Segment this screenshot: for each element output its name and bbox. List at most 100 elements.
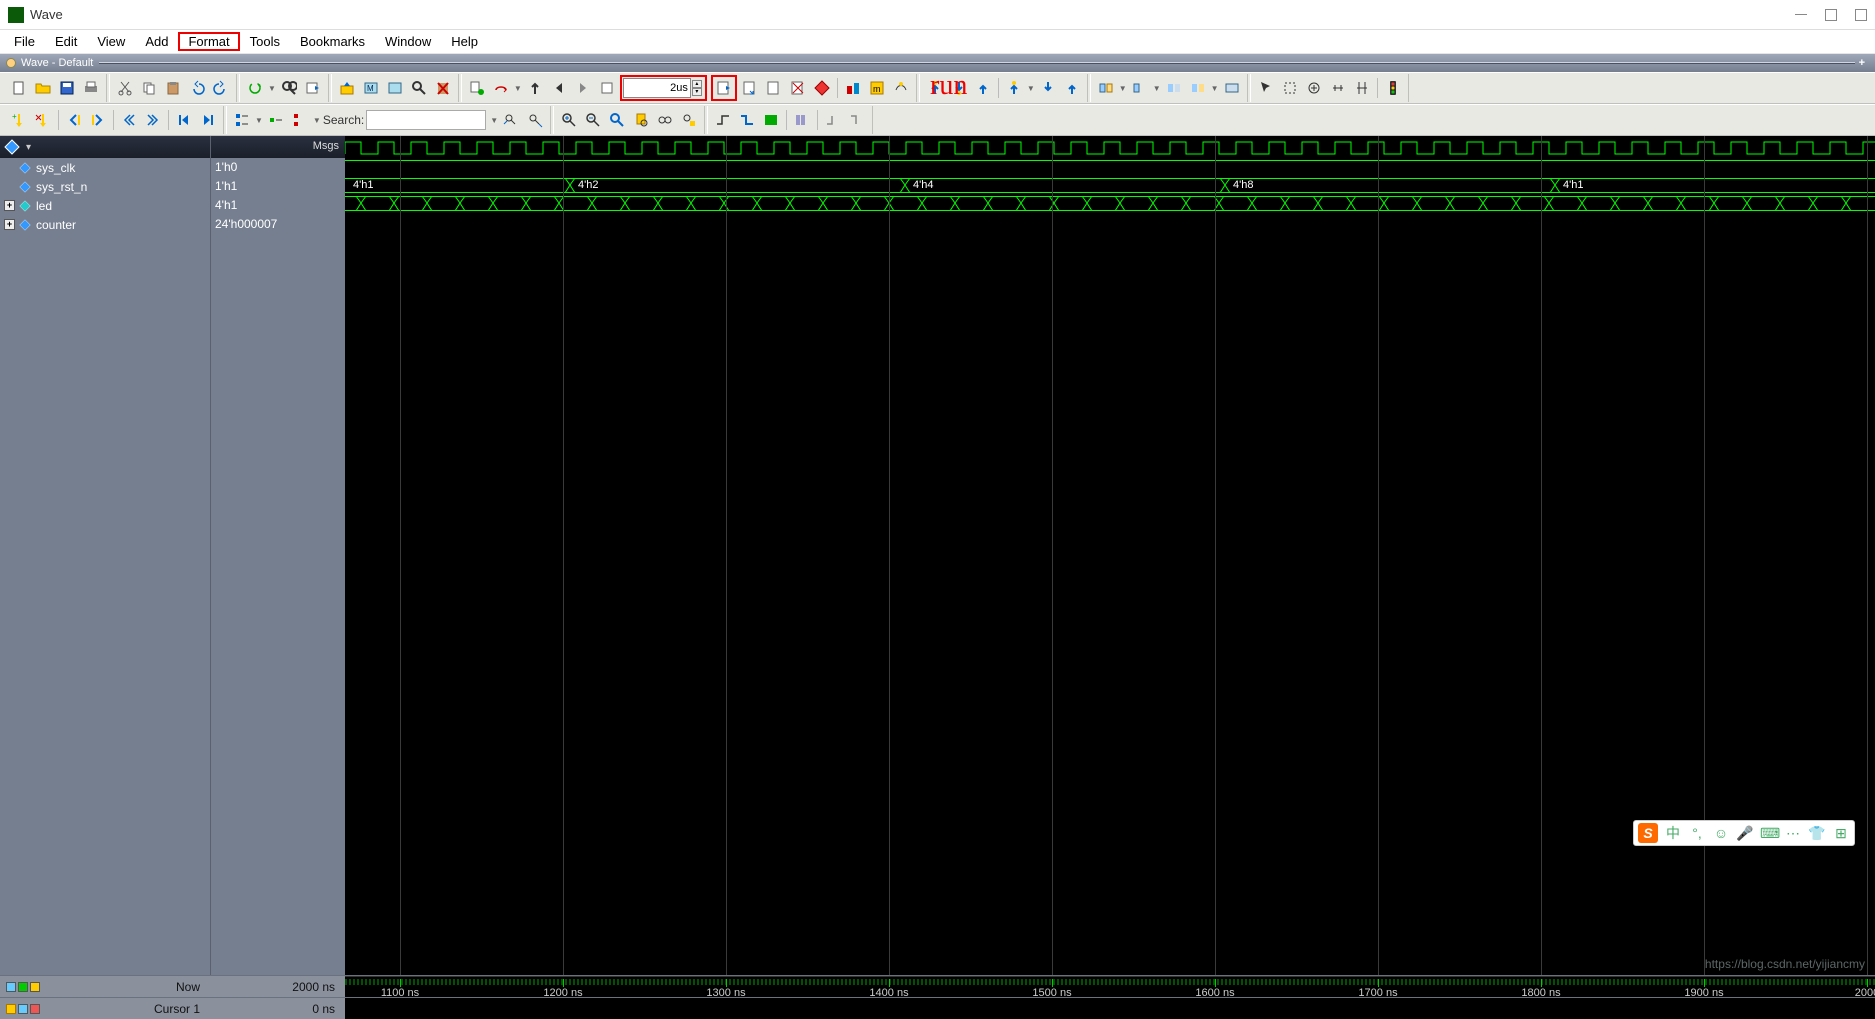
prev-transition-button[interactable]	[118, 109, 140, 131]
run-length-spinner[interactable]: ▴▾	[692, 80, 704, 96]
edge-fall-button[interactable]	[736, 109, 758, 131]
compile-button[interactable]	[336, 77, 358, 99]
run-all-button[interactable]	[739, 77, 761, 99]
subwindow-expand-button[interactable]: +	[1855, 57, 1869, 69]
step-over-button[interactable]	[490, 77, 512, 99]
continue-run-button[interactable]	[763, 77, 785, 99]
step-up-button[interactable]	[524, 77, 546, 99]
dropdown-arrow-icon[interactable]: ▼	[1027, 84, 1035, 93]
prev-edge-button[interactable]	[63, 109, 85, 131]
expand-toggle[interactable]: +	[4, 219, 15, 230]
menu-window[interactable]: Window	[375, 32, 441, 51]
menu-view[interactable]: View	[87, 32, 135, 51]
sogou-logo-icon[interactable]: S	[1638, 823, 1658, 843]
ime-toolbar[interactable]: S 中 °, ☺ 🎤 ⌨ ⋯ 👕 ⊞	[1633, 820, 1855, 846]
traffic-light-icon[interactable]	[1382, 77, 1404, 99]
cursor-up-3[interactable]	[1003, 77, 1025, 99]
stop-button[interactable]	[787, 77, 809, 99]
menu-file[interactable]: File	[4, 32, 45, 51]
cursor-down-2[interactable]	[1037, 77, 1059, 99]
find-next-button[interactable]	[302, 77, 324, 99]
layout-btn-3[interactable]	[1163, 77, 1185, 99]
layout-btn-2[interactable]	[1129, 77, 1151, 99]
layout-btn-1[interactable]	[1095, 77, 1117, 99]
goto-button[interactable]	[596, 77, 618, 99]
layout-btn-4[interactable]	[1187, 77, 1209, 99]
ime-punct-button[interactable]: °,	[1688, 825, 1706, 841]
zoom-range-button[interactable]	[654, 109, 676, 131]
menu-add[interactable]: Add	[135, 32, 178, 51]
menu-bookmarks[interactable]: Bookmarks	[290, 32, 375, 51]
dropdown-arrow-icon[interactable]: ▼	[1119, 84, 1127, 93]
ime-keyboard-button[interactable]: ⌨	[1760, 825, 1778, 842]
first-button[interactable]	[173, 109, 195, 131]
dropdown-arrow-icon[interactable]: ▼	[313, 116, 321, 125]
ime-more-button[interactable]: ⋯	[1784, 825, 1802, 842]
next-transition-button[interactable]	[142, 109, 164, 131]
zoom-in-button[interactable]	[558, 109, 580, 131]
next-button[interactable]	[572, 77, 594, 99]
add-cursor-button[interactable]: +	[8, 109, 30, 131]
format-fall-button[interactable]	[846, 109, 868, 131]
restart-button[interactable]	[384, 77, 406, 99]
open-file-button[interactable]	[32, 77, 54, 99]
zoom-region-button[interactable]	[1303, 77, 1325, 99]
dropdown-arrow-icon[interactable]: ▼	[255, 116, 263, 125]
expand-toggle[interactable]: +	[4, 200, 15, 211]
refresh-button[interactable]	[244, 77, 266, 99]
edge-rise-button[interactable]	[712, 109, 734, 131]
ime-skin-button[interactable]: 👕	[1808, 825, 1826, 842]
signal-row-led[interactable]: +led	[0, 196, 210, 215]
wave-tool-3[interactable]	[890, 77, 912, 99]
ime-lang-button[interactable]: 中	[1664, 823, 1682, 843]
break-button[interactable]	[408, 77, 430, 99]
group-button[interactable]	[289, 109, 311, 131]
zoom-cursor-button[interactable]	[630, 109, 652, 131]
time-ruler[interactable]: 1100 ns1200 ns1300 ns1400 ns1500 ns1600 …	[345, 976, 1875, 997]
window-maximize-button[interactable]	[1825, 9, 1837, 21]
signal-names-panel[interactable]: ▾ sys_clksys_rst_n+led+counter	[0, 136, 210, 975]
collapse-all-button[interactable]	[265, 109, 287, 131]
dropdown-arrow-icon[interactable]: ▼	[268, 84, 276, 93]
find-button[interactable]	[278, 77, 300, 99]
menu-help[interactable]: Help	[441, 32, 488, 51]
cursor-up-4[interactable]	[1061, 77, 1083, 99]
ime-voice-button[interactable]: 🎤	[1736, 825, 1754, 842]
cursor-tool-button[interactable]	[1351, 77, 1373, 99]
copy-button[interactable]	[138, 77, 160, 99]
panel-dropdown-icon[interactable]: ▾	[26, 142, 31, 153]
msgs-panel[interactable]: Msgs 1'h01'h14'h124'h000007	[210, 136, 345, 975]
search-prev-button[interactable]	[500, 109, 522, 131]
run-length-input[interactable]	[623, 78, 691, 98]
run-button[interactable]	[713, 77, 735, 99]
wave-tool-1[interactable]	[842, 77, 864, 99]
zoom-other-button[interactable]	[678, 109, 700, 131]
menu-tools[interactable]: Tools	[240, 32, 290, 51]
zoom-full-button[interactable]	[606, 109, 628, 131]
signal-row-sys_rst_n[interactable]: sys_rst_n	[0, 177, 210, 196]
dropdown-arrow-icon[interactable]: ▼	[1153, 84, 1161, 93]
window-close-button[interactable]	[1855, 9, 1867, 21]
format-rise-button[interactable]	[822, 109, 844, 131]
step-into-button[interactable]	[466, 77, 488, 99]
break-sim-button[interactable]	[811, 77, 833, 99]
edge-both-button[interactable]	[760, 109, 782, 131]
pointer-button[interactable]	[1255, 77, 1277, 99]
wave-tool-2[interactable]: m	[866, 77, 888, 99]
select-button[interactable]	[1279, 77, 1301, 99]
cursor-up-2[interactable]	[972, 77, 994, 99]
next-edge-button[interactable]	[87, 109, 109, 131]
window-minimize-button[interactable]	[1795, 14, 1807, 15]
dropdown-arrow-icon[interactable]: ▼	[514, 84, 522, 93]
last-button[interactable]	[197, 109, 219, 131]
print-button[interactable]	[80, 77, 102, 99]
ime-emoji-button[interactable]: ☺	[1712, 825, 1730, 841]
waveform-canvas[interactable]: 4'h14'h24'h44'h84'h1	[345, 136, 1875, 975]
new-file-button[interactable]	[8, 77, 30, 99]
expand-all-button[interactable]	[231, 109, 253, 131]
search-input[interactable]	[366, 110, 486, 130]
delete-button[interactable]	[432, 77, 454, 99]
cut-button[interactable]	[114, 77, 136, 99]
zoom-out-button[interactable]	[582, 109, 604, 131]
search-dropdown-icon[interactable]: ▼	[490, 116, 498, 125]
